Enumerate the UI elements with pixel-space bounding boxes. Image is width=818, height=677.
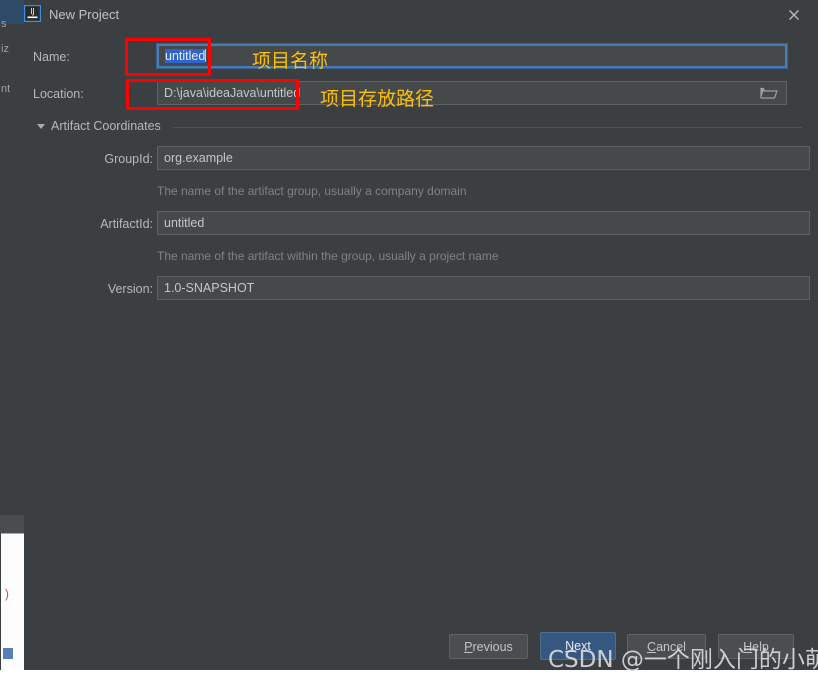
text-caret — [205, 49, 207, 62]
groupid-input-value: org.example — [164, 151, 233, 165]
ide-code-fragment: ) — [3, 588, 11, 602]
location-input[interactable]: D:\java\ideaJava\untitled — [157, 81, 787, 105]
folder-icon[interactable] — [760, 85, 778, 101]
name-label: Name: — [33, 50, 70, 64]
close-icon[interactable] — [784, 5, 804, 25]
ide-text-fragment-1: iz — [1, 43, 9, 55]
groupid-label: GroupId: — [104, 152, 153, 166]
version-input-value: 1.0-SNAPSHOT — [164, 281, 255, 295]
ide-text-fragment-2: nt — [1, 83, 11, 95]
location-label: Location: — [33, 87, 84, 101]
artifact-coordinates-title: Artifact Coordinates — [51, 119, 161, 133]
previous-button-label: Previous — [464, 639, 513, 654]
name-annotation-text: 项目名称 — [252, 50, 329, 72]
help-button-label: Help — [743, 639, 769, 654]
ide-bottom-edge — [0, 670, 818, 677]
section-divider — [173, 127, 802, 128]
name-input-value: untitled — [165, 49, 206, 63]
previous-button[interactable]: Previous — [449, 634, 528, 659]
dialog-title: New Project — [49, 7, 120, 22]
help-button[interactable]: Help — [718, 634, 794, 659]
groupid-input[interactable]: org.example — [157, 146, 810, 170]
version-input[interactable]: 1.0-SNAPSHOT — [157, 276, 810, 300]
artifact-coordinates-section-header[interactable]: Artifact Coordinates — [37, 119, 802, 135]
ide-code-marker — [3, 648, 13, 659]
location-input-value: D:\java\ideaJava\untitled — [164, 86, 301, 100]
intellij-idea-icon: IJ — [23, 4, 42, 23]
groupid-hint: The name of the artifact group, usually … — [157, 184, 467, 198]
ide-text-fragment-0: s — [1, 18, 7, 30]
next-button[interactable]: Next — [540, 632, 616, 660]
artifactid-input-value: untitled — [164, 216, 205, 230]
artifactid-hint: The name of the artifact within the grou… — [157, 249, 499, 263]
chevron-down-icon[interactable] — [37, 124, 45, 129]
version-label: Version: — [107, 282, 153, 296]
artifactid-label: ArtifactId: — [100, 217, 153, 231]
location-annotation-text: 项目存放路径 — [320, 88, 435, 110]
artifactid-input[interactable]: untitled — [157, 211, 810, 235]
ide-left-strip: s iz nt ) — [0, 0, 24, 677]
next-button-label: Next — [565, 639, 591, 653]
ide-toolwindow-strip — [0, 515, 24, 533]
dialog-titlebar: IJ New Project — [23, 0, 818, 31]
cancel-button-label: Cancel — [647, 639, 686, 654]
svg-text:IJ: IJ — [30, 7, 34, 16]
cancel-button[interactable]: Cancel — [627, 634, 706, 659]
